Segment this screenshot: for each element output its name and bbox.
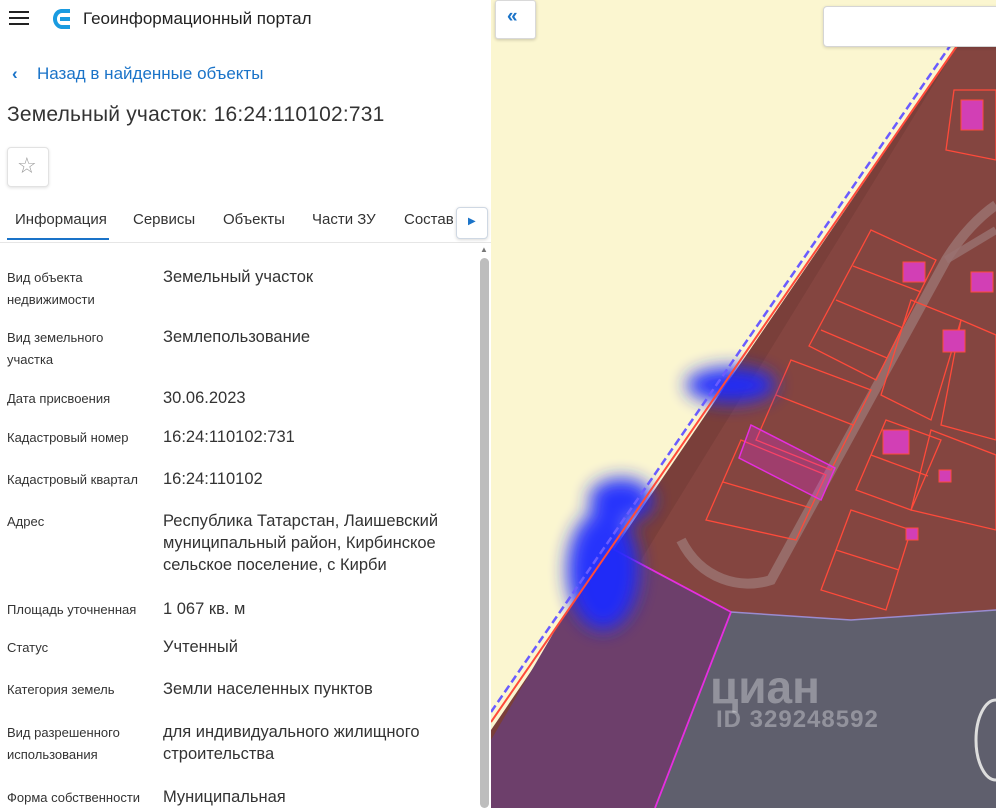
- watermark-id: ID 329248592: [716, 706, 879, 733]
- favorite-button[interactable]: ☆: [7, 147, 49, 187]
- collapse-panel-button[interactable]: «: [495, 0, 536, 39]
- prop-label: Статус: [7, 640, 49, 655]
- back-link-label: Назад в найденные объекты: [37, 64, 264, 83]
- tab-bar: Информация Сервисы Объекты Части ЗУ Сост…: [0, 200, 491, 243]
- prop-label: Дата присвоения: [7, 391, 111, 406]
- prop-label: Вид объекта недвижимости: [7, 270, 95, 307]
- prop-label: Кадастровый квартал: [7, 472, 138, 487]
- tab-composition[interactable]: Состав: [404, 211, 454, 228]
- tab-objects[interactable]: Объекты: [223, 211, 285, 228]
- star-outline-icon: ☆: [17, 153, 37, 178]
- page-title: Земельный участок: 16:24:110102:731: [7, 103, 385, 126]
- triangle-right-icon: ▶: [468, 216, 476, 227]
- prop-value: Учтенный: [163, 638, 238, 656]
- tab-services[interactable]: Сервисы: [133, 211, 195, 228]
- prop-value: 30.06.2023: [163, 389, 246, 407]
- prop-label: Вид земельного участка: [7, 330, 104, 367]
- app-title: Геоинформационный портал: [83, 9, 312, 28]
- prop-value: Землепользование: [163, 328, 311, 346]
- chevron-left-icon: ‹: [12, 64, 18, 83]
- prop-label: Категория земель: [7, 682, 115, 697]
- info-panel: Геоинформационный портал ‹ Назад в найден…: [0, 0, 491, 808]
- active-tab-indicator: [7, 238, 109, 240]
- prop-value: 16:24:110102: [163, 470, 263, 488]
- map-view[interactable]: циан ID 329248592: [491, 0, 996, 808]
- scrollbar[interactable]: [480, 258, 489, 808]
- tab-parts[interactable]: Части ЗУ: [312, 211, 376, 228]
- hamburger-icon[interactable]: [9, 10, 29, 26]
- prop-label: Форма собственности: [7, 790, 141, 805]
- prop-value: Республика Татарстан, Лаишевский муницип…: [163, 512, 439, 574]
- prop-value: Муниципальная: [163, 788, 286, 806]
- portal-logo-icon: [53, 9, 70, 29]
- prop-value: Земельный участок: [163, 268, 314, 286]
- prop-value: 1 067 кв. м: [163, 600, 246, 618]
- prop-label: Адрес: [7, 514, 45, 529]
- back-link[interactable]: ‹ Назад в найденные объекты: [12, 64, 263, 84]
- prop-label: Вид разрешенного использования: [7, 725, 120, 762]
- scroll-up-arrow[interactable]: ▲: [479, 245, 489, 255]
- tab-information[interactable]: Информация: [15, 211, 107, 228]
- top-bar: Геоинформационный портал: [0, 0, 491, 40]
- prop-label: Кадастровый номер: [7, 430, 129, 445]
- tabs-next-button[interactable]: ▶: [456, 207, 488, 239]
- prop-value: 16:24:110102:731: [163, 428, 295, 446]
- double-chevron-left-icon: «: [507, 6, 518, 27]
- map-search-input[interactable]: [823, 6, 996, 47]
- prop-label: Площадь уточненная: [7, 602, 137, 617]
- prop-value: Земли населенных пунктов: [163, 680, 373, 698]
- prop-value: для индивидуального жилищного строительс…: [163, 723, 420, 763]
